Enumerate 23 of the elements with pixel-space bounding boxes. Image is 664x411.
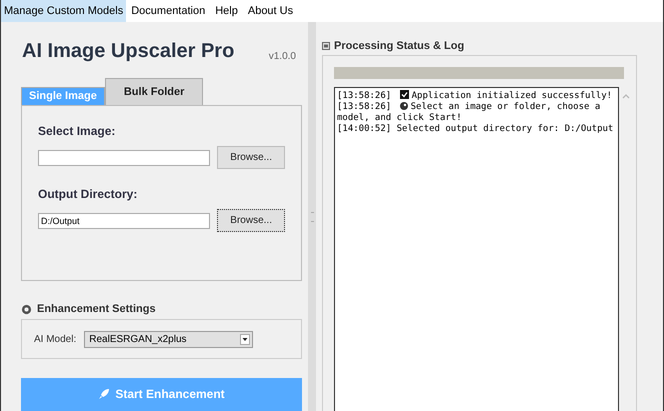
field-label: AI Model: [34,332,76,347]
section-title: Processing Status & Log [334,38,464,54]
section-title: Enhancement Settings [37,302,156,318]
browse-button[interactable]: Browse... [217,146,285,169]
panel-icon [322,42,330,50]
tab[interactable]: Bulk Folder [104,78,204,105]
menu-item[interactable]: Help [210,0,243,22]
checkmark-icon [400,90,409,99]
version-label: v1.0.0 [268,50,296,64]
log-line: [13:58:26] Application initialized successfully! [337,90,614,102]
field-label: Output Directory: [38,186,138,203]
input-field[interactable]: D:/Output [38,212,210,228]
menu-item[interactable]: Manage Custom Models [1,0,126,22]
log-line: [13:58:26] Select an image or folder, choose a model, and click Start! [337,102,602,124]
log-line: [14:00:52] Selected output directory for: D:/Output [337,124,614,135]
scroll-up-icon[interactable] [622,93,630,99]
field-label: Select Image: [38,123,116,140]
browse-button[interactable]: Browse... [217,209,285,232]
model-dropdown[interactable]: RealESRGAN_x2plus [84,330,254,348]
menu-item[interactable]: About Us [242,0,298,22]
app-title: AI Image Upscaler Pro [22,39,234,64]
input-field[interactable] [38,150,210,166]
menu-item[interactable]: Documentation [126,0,210,22]
